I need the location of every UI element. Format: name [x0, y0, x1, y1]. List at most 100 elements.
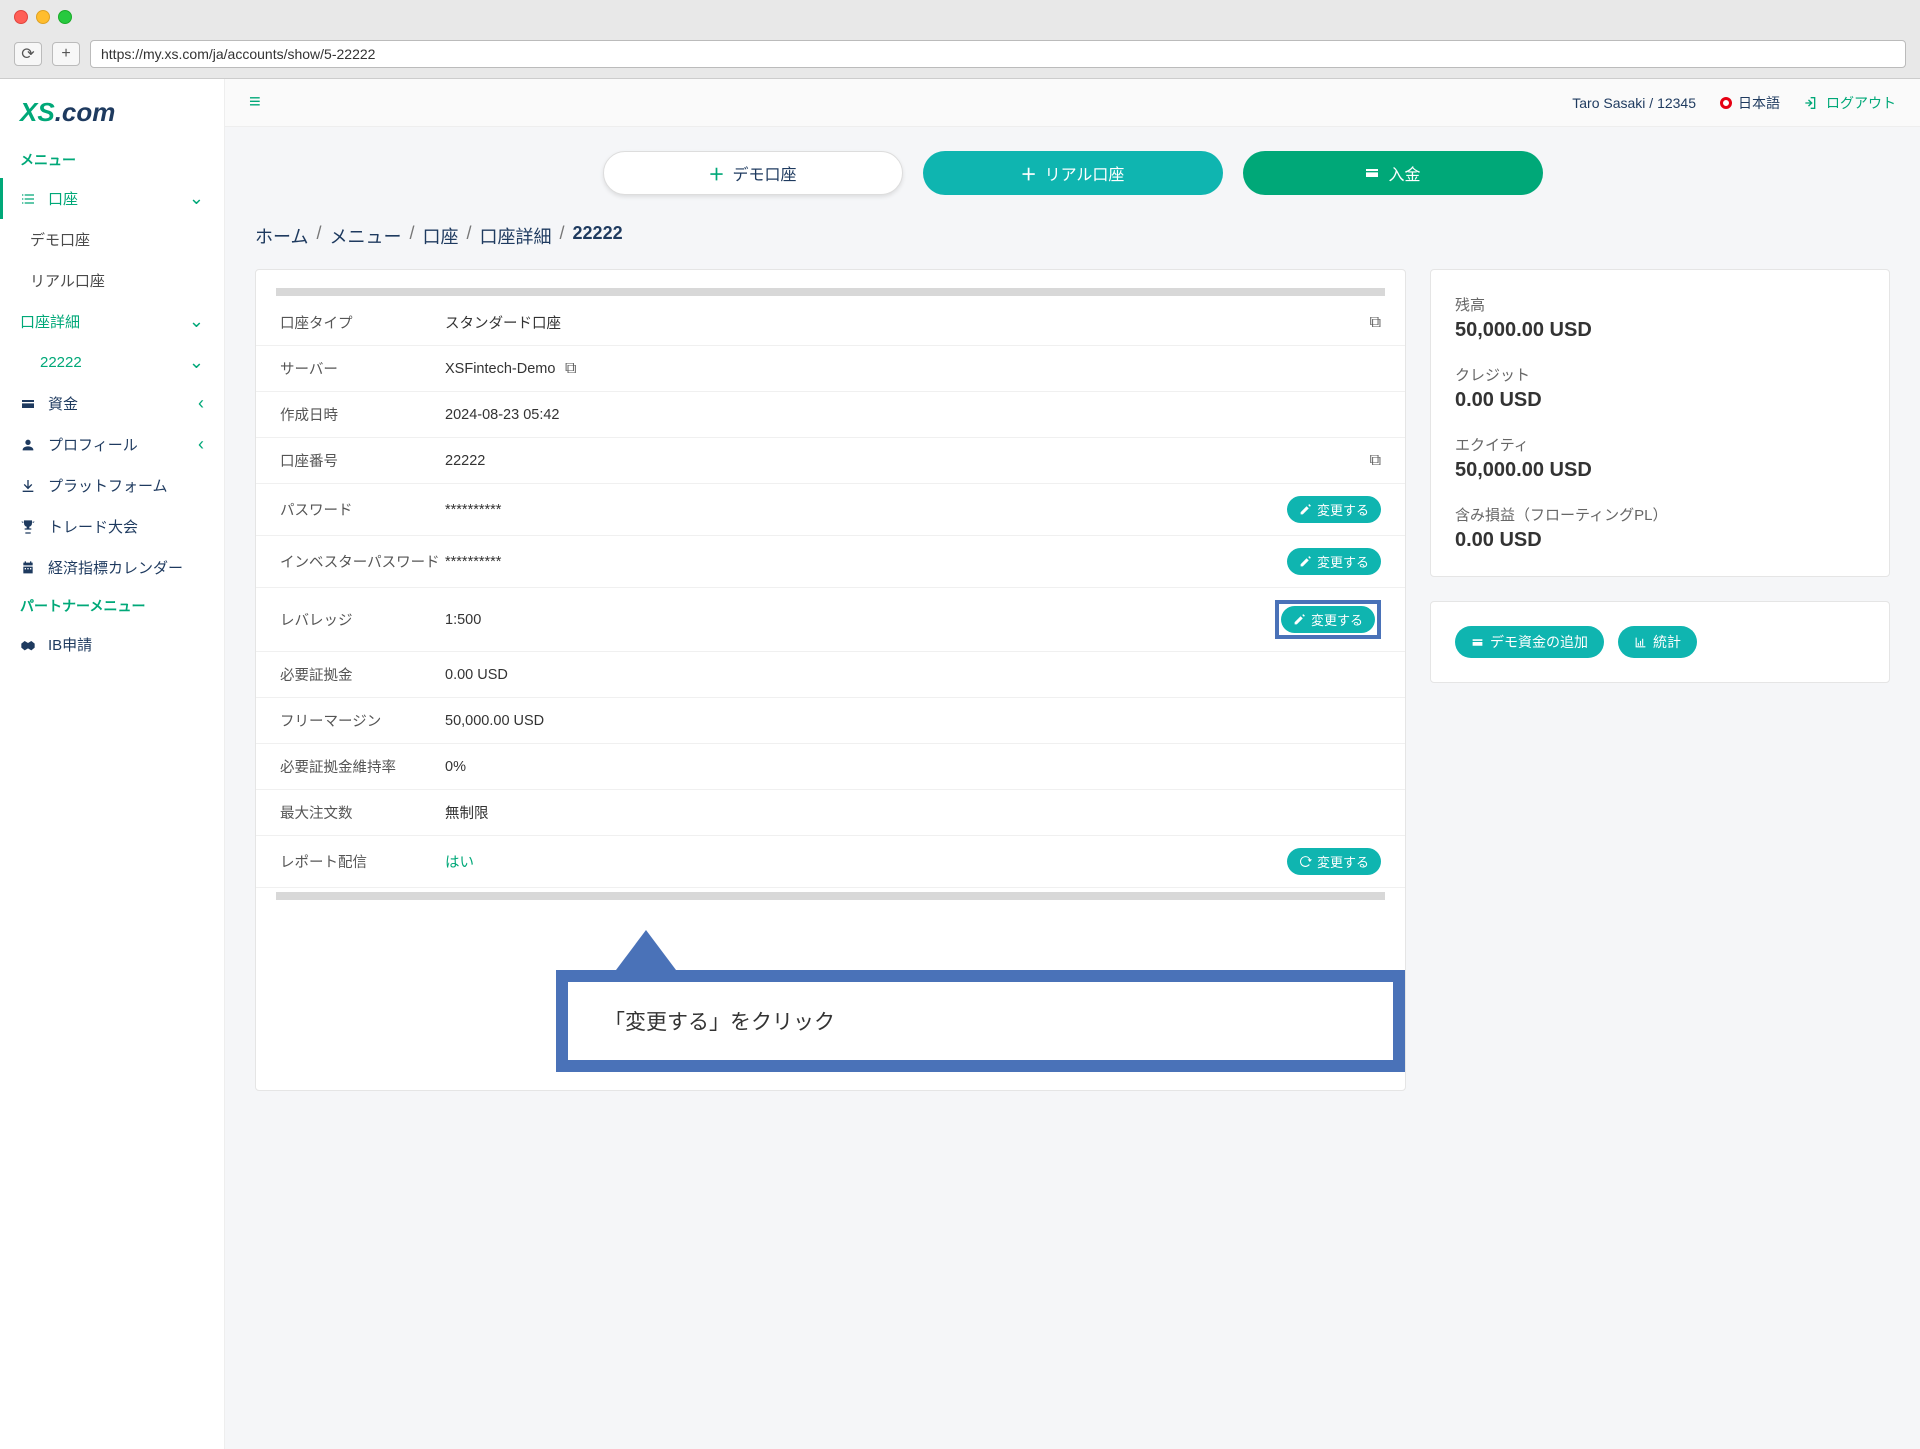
copy-icon[interactable]: ⧉: [1370, 452, 1381, 470]
logo[interactable]: XS.com: [0, 89, 224, 142]
chevron-down-icon: ⌄: [189, 188, 204, 209]
sidebar-item-calendar[interactable]: 経済指標カレンダー: [0, 547, 224, 588]
edit-icon: [1299, 503, 1312, 516]
sidebar-item-platform[interactable]: プラットフォーム: [0, 465, 224, 506]
url-bar[interactable]: https://my.xs.com/ja/accounts/show/5-222…: [90, 40, 1906, 68]
sidebar-item-funds[interactable]: 資金 ‹: [0, 383, 224, 424]
sidebar: XS.com メニュー 口座 ⌄ デモ口座 リアル口座 口座詳細 ⌄ 22222…: [0, 79, 225, 1449]
traffic-lights: [0, 0, 1920, 34]
refresh-icon: [1299, 855, 1312, 868]
sidebar-item-account-details[interactable]: 口座詳細 ⌄: [0, 301, 224, 342]
sidebar-item-account-22222[interactable]: 22222 ⌄: [0, 342, 224, 383]
row-margin-required: 必要証拠金 0.00 USD: [256, 652, 1405, 698]
handshake-icon: [20, 637, 38, 653]
trophy-icon: [20, 519, 38, 535]
user-info[interactable]: Taro Sasaki / 12345: [1572, 95, 1696, 111]
real-account-button[interactable]: ＋ リアル口座: [923, 151, 1223, 195]
scroll-indicator-top: [276, 288, 1385, 296]
change-investor-password-button[interactable]: 変更する: [1287, 548, 1381, 575]
logout-link[interactable]: ログアウト: [1804, 93, 1896, 113]
demo-account-button[interactable]: ＋ デモ口座: [603, 151, 903, 195]
sidebar-item-accounts[interactable]: 口座 ⌄: [0, 178, 224, 219]
japan-flag-icon: [1720, 97, 1732, 109]
deposit-button[interactable]: 入金: [1243, 151, 1543, 195]
app-container: XS.com メニュー 口座 ⌄ デモ口座 リアル口座 口座詳細 ⌄ 22222…: [0, 79, 1920, 1449]
action-buttons: ＋ デモ口座 ＋ リアル口座 入金: [255, 151, 1890, 195]
topbar-right: Taro Sasaki / 12345 日本語 ログアウト: [1572, 93, 1896, 113]
stat-balance: 残高 50,000.00 USD: [1455, 294, 1865, 342]
breadcrumb-home[interactable]: ホーム: [255, 223, 308, 249]
chevron-down-icon: ⌄: [189, 311, 204, 332]
callout-text: 「変更する」をクリック: [556, 970, 1405, 1072]
leverage-highlight: 変更する: [1275, 600, 1381, 639]
row-password: パスワード ********** 変更する: [256, 484, 1405, 536]
reload-button[interactable]: ⟳: [14, 42, 42, 66]
row-report: レポート配信 はい 変更する: [256, 836, 1405, 888]
tutorial-callout: 「変更する」をクリック: [556, 930, 1405, 1072]
breadcrumb-menu[interactable]: メニュー: [329, 223, 401, 249]
change-report-button[interactable]: 変更する: [1287, 848, 1381, 875]
hamburger-icon[interactable]: ≡: [249, 91, 261, 114]
chart-icon: [1634, 636, 1647, 649]
window-close[interactable]: [14, 10, 28, 24]
sidebar-item-demo-account[interactable]: デモ口座: [0, 219, 224, 260]
copy-icon[interactable]: ⧉: [565, 360, 576, 378]
menu-header: メニュー: [0, 142, 224, 178]
chevron-left-icon: ‹: [198, 434, 204, 455]
sidebar-item-profile[interactable]: プロフィール ‹: [0, 424, 224, 465]
breadcrumb: ホーム / メニュー / 口座 / 口座詳細 / 22222: [255, 223, 1890, 249]
edit-icon: [1293, 613, 1306, 626]
row-investor-password: インベスターパスワード ********** 変更する: [256, 536, 1405, 588]
row-created: 作成日時 2024-08-23 05:42: [256, 392, 1405, 438]
sidebar-item-ib-apply[interactable]: IB申請: [0, 624, 224, 665]
window-maximize[interactable]: [58, 10, 72, 24]
plus-icon: ＋: [708, 161, 724, 185]
new-tab-button[interactable]: +: [52, 42, 80, 66]
panels: 口座タイプ スタンダード口座 ⧉ サーバー XSFintech-Demo ⧉ 作…: [255, 269, 1890, 1091]
edit-icon: [1299, 555, 1312, 568]
calendar-icon: [20, 560, 38, 576]
add-demo-funds-button[interactable]: デモ資金の追加: [1455, 626, 1604, 658]
stats-card: 残高 50,000.00 USD クレジット 0.00 USD エクイティ 50…: [1430, 269, 1890, 577]
row-free-margin: フリーマージン 50,000.00 USD: [256, 698, 1405, 744]
logout-icon: [1804, 95, 1820, 111]
browser-chrome: ⟳ + https://my.xs.com/ja/accounts/show/5…: [0, 0, 1920, 79]
callout-arrow: [616, 930, 676, 970]
browser-toolbar: ⟳ + https://my.xs.com/ja/accounts/show/5…: [0, 34, 1920, 78]
plus-icon: ＋: [1021, 161, 1037, 185]
change-password-button[interactable]: 変更する: [1287, 496, 1381, 523]
stat-floating: 含み損益（フローティングPL） 0.00 USD: [1455, 504, 1865, 552]
copy-icon[interactable]: ⧉: [1370, 314, 1381, 332]
breadcrumb-current: 22222: [573, 223, 623, 249]
card-icon: [1364, 165, 1380, 181]
main-content: ≡ Taro Sasaki / 12345 日本語 ログアウト ＋ デモ口座: [225, 79, 1920, 1449]
row-number: 口座番号 22222 ⧉: [256, 438, 1405, 484]
topbar: ≡ Taro Sasaki / 12345 日本語 ログアウト: [225, 79, 1920, 127]
stat-credit: クレジット 0.00 USD: [1455, 364, 1865, 412]
change-leverage-button[interactable]: 変更する: [1281, 606, 1375, 633]
row-server: サーバー XSFintech-Demo ⧉: [256, 346, 1405, 392]
list-icon: [20, 191, 38, 207]
chevron-left-icon: ‹: [198, 393, 204, 414]
stat-equity: エクイティ 50,000.00 USD: [1455, 434, 1865, 482]
window-minimize[interactable]: [36, 10, 50, 24]
account-details-panel: 口座タイプ スタンダード口座 ⧉ サーバー XSFintech-Demo ⧉ 作…: [255, 269, 1406, 1091]
breadcrumb-details[interactable]: 口座詳細: [480, 223, 552, 249]
row-margin-level: 必要証拠金維持率 0%: [256, 744, 1405, 790]
sidebar-item-real-account[interactable]: リアル口座: [0, 260, 224, 301]
action-card: デモ資金の追加 統計: [1430, 601, 1890, 683]
row-max-orders: 最大注文数 無制限: [256, 790, 1405, 836]
sidebar-item-contest[interactable]: トレード大会: [0, 506, 224, 547]
card-icon: [20, 396, 38, 412]
scroll-indicator-bottom: [276, 892, 1385, 900]
user-icon: [20, 437, 38, 453]
row-account-type: 口座タイプ スタンダード口座 ⧉: [256, 300, 1405, 346]
breadcrumb-accounts[interactable]: 口座: [423, 223, 459, 249]
card-icon: [1471, 636, 1484, 649]
language-selector[interactable]: 日本語: [1720, 93, 1780, 113]
stats-column: 残高 50,000.00 USD クレジット 0.00 USD エクイティ 50…: [1430, 269, 1890, 1091]
row-leverage: レバレッジ 1:500 変更する: [256, 588, 1405, 652]
stats-button[interactable]: 統計: [1618, 626, 1697, 658]
download-icon: [20, 478, 38, 494]
content: ＋ デモ口座 ＋ リアル口座 入金 ホーム / メニュー / 口座 /: [225, 127, 1920, 1115]
